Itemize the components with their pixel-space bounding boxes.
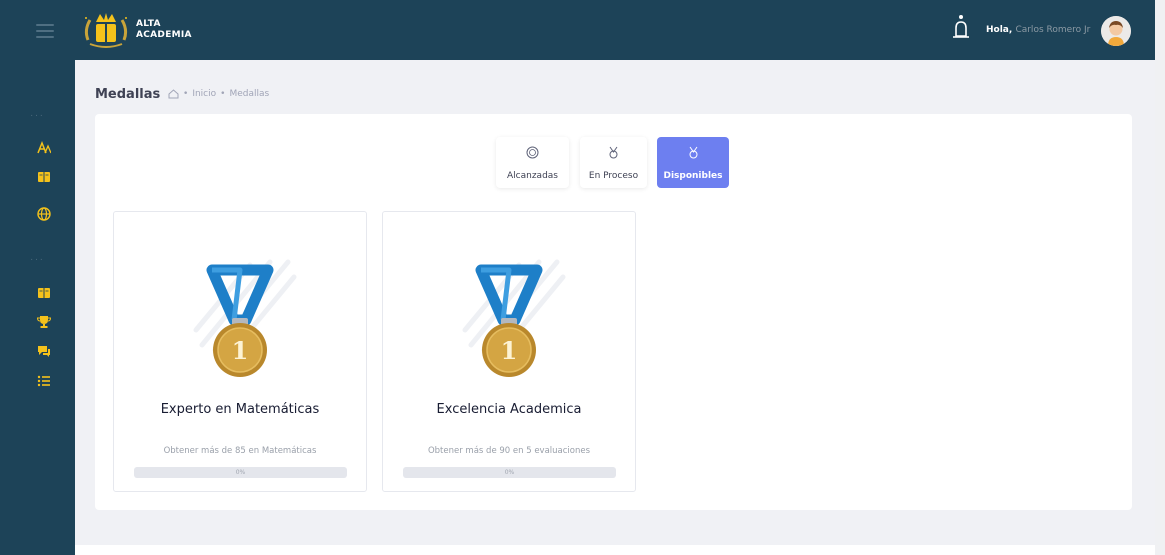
chat-icon[interactable] bbox=[37, 344, 51, 358]
window-scrollbar[interactable] bbox=[1155, 0, 1165, 555]
medal-progress-bar: 0% bbox=[403, 467, 616, 478]
user-greeting[interactable]: Hola, Carlos Romero Jr bbox=[986, 25, 1090, 35]
tab-alcanzadas[interactable]: Alcanzadas bbox=[496, 137, 569, 188]
academy-logo[interactable] bbox=[82, 10, 130, 50]
medal-description: Obtener más de 85 en Matemáticas bbox=[163, 446, 317, 456]
progress-label: 0% bbox=[235, 469, 246, 476]
list-icon[interactable] bbox=[37, 374, 51, 388]
book-icon[interactable] bbox=[37, 170, 51, 184]
tab-en-proceso[interactable]: En Proceso bbox=[580, 137, 647, 188]
user-name: Carlos Romero Jr bbox=[1015, 25, 1091, 35]
globe-icon[interactable] bbox=[37, 207, 51, 221]
progress-label: 0% bbox=[504, 469, 515, 476]
medal-rank-text: 1 bbox=[232, 336, 249, 365]
notification-bell-icon[interactable] bbox=[951, 14, 971, 44]
breadcrumb: • Inicio • Medallas bbox=[168, 89, 269, 99]
medal-rank-text: 1 bbox=[501, 336, 518, 365]
medal-description: Obtener más de 90 en 5 evaluaciones bbox=[427, 446, 591, 456]
medal-icon: 1 bbox=[462, 259, 566, 377]
medal-icon: 1 bbox=[193, 259, 297, 377]
breadcrumb-item-inicio[interactable]: Inicio bbox=[192, 89, 216, 99]
medal-card[interactable]: 1 Experto en Matemáticas Obtener más de … bbox=[113, 211, 367, 492]
greeting-text: Hola, bbox=[986, 25, 1013, 35]
user-avatar[interactable] bbox=[1101, 16, 1131, 46]
medal-outline-icon bbox=[609, 146, 618, 159]
tab-disponibles[interactable]: Disponibles bbox=[657, 137, 729, 188]
brand-line-1: ALTA bbox=[136, 19, 161, 29]
brand-line-2: ACADEMIA bbox=[136, 30, 192, 40]
page-title: Medallas bbox=[95, 87, 161, 102]
medal-title: Excelencia Academica bbox=[436, 402, 582, 417]
breadcrumb-separator: • bbox=[220, 89, 226, 99]
brand-name: ALTA ACADEMIA bbox=[136, 19, 192, 41]
book-icon[interactable] bbox=[37, 286, 51, 300]
tab-label: Disponibles bbox=[663, 171, 723, 181]
menu-toggle-icon[interactable] bbox=[36, 24, 54, 38]
sidebar-separator: ... bbox=[30, 109, 45, 119]
medal-badge-icon bbox=[526, 146, 539, 159]
home-icon[interactable] bbox=[168, 89, 179, 99]
medal-card[interactable]: 1 Excelencia Academica Obtener más de 90… bbox=[382, 211, 636, 492]
medal-title: Experto en Matemáticas bbox=[160, 402, 320, 417]
sidebar-separator: ... bbox=[30, 253, 45, 263]
medal-progress-bar: 0% bbox=[134, 467, 347, 478]
font-icon[interactable] bbox=[37, 140, 51, 154]
tab-label: Alcanzadas bbox=[507, 171, 558, 181]
breadcrumb-item-medallas: Medallas bbox=[229, 89, 270, 99]
top-header: ALTA ACADEMIA Hola, Carlos Romero Jr bbox=[0, 0, 1155, 60]
medal-outline-icon bbox=[689, 146, 697, 159]
sidebar: ... ... bbox=[0, 60, 75, 555]
trophy-icon[interactable] bbox=[37, 315, 51, 329]
tab-label: En Proceso bbox=[588, 171, 639, 181]
breadcrumb-separator: • bbox=[183, 89, 189, 99]
footer bbox=[75, 545, 1155, 555]
